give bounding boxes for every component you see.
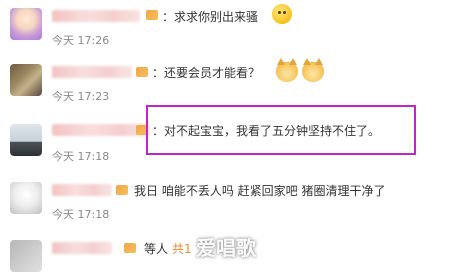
vip-badge-icon	[136, 67, 148, 77]
avatar[interactable]	[10, 182, 42, 214]
avatar[interactable]	[10, 240, 42, 272]
comment-text: 等人	[144, 242, 169, 256]
vip-badge-icon	[116, 185, 128, 195]
comment-item: 我日 咱能不丢人吗 赶紧回家吧 猪圈清理干净了 今天 17:18	[0, 172, 450, 224]
comment-text: ：求求你别出来骚	[162, 10, 259, 24]
comment-item: ：还要会员才能看？ 今天 17:23	[0, 56, 450, 104]
watermark: 爱唱歌	[196, 236, 256, 260]
smiley-emoji-icon	[272, 4, 292, 24]
avatar[interactable]	[10, 64, 42, 96]
comment-time: 今天 17:23	[52, 90, 110, 103]
avatar[interactable]	[10, 8, 42, 40]
comment-time: 今天 17:26	[52, 34, 110, 47]
username-blurred[interactable]	[52, 184, 112, 196]
avatar[interactable]	[10, 124, 42, 156]
username-blurred[interactable]	[52, 10, 140, 22]
comment-extra: 共1	[172, 242, 192, 256]
comment-time: 今天 17:18	[52, 150, 110, 163]
comment-text: ：还要会员才能看？	[152, 66, 261, 80]
comment-item: ：求求你别出来骚 今天 17:26	[0, 0, 450, 52]
highlight-box	[146, 105, 416, 155]
vip-badge-icon	[124, 243, 136, 253]
cat-emoji-icon	[276, 58, 298, 82]
comment-time: 今天 17:18	[52, 208, 110, 221]
comment-text: 我日 咱能不丢人吗 赶紧回家吧 猪圈清理干净了	[134, 184, 386, 198]
username-blurred[interactable]	[52, 66, 132, 78]
username-blurred[interactable]	[52, 242, 112, 254]
vip-badge-icon	[146, 10, 158, 20]
cat-emoji-icon	[302, 58, 324, 82]
